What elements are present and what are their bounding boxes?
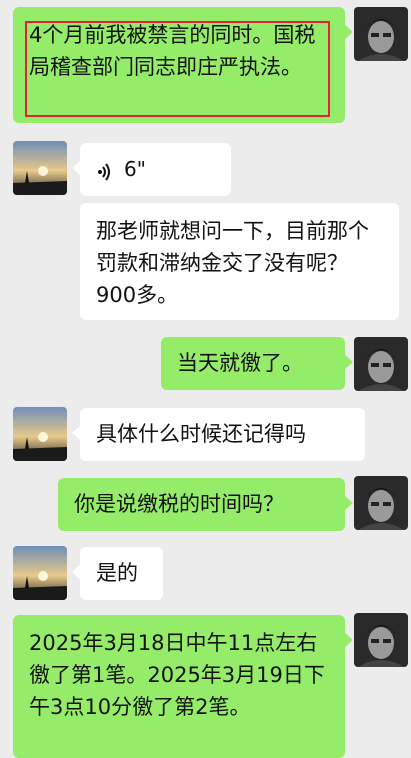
message-bubble-self[interactable]: 当天就徼了。 [161,337,353,390]
avatar-self[interactable] [354,337,408,391]
avatar-other[interactable] [13,407,67,461]
message-text: 2025年3月18日中午11点左右徼了第1笔。2025年3月19日下午3点10分… [29,631,325,719]
message-bubble-other[interactable]: 那老师就想问一下，目前那个罚款和滞纳金交了没有呢？900多。 [80,203,399,320]
voice-duration: 6" [124,157,146,181]
message-bubble-other[interactable]: 具体什么时候还记得吗 [72,408,365,461]
avatar-self[interactable] [354,476,408,530]
voice-message-bubble[interactable]: 6" [72,143,231,196]
message-bubble-self[interactable]: 2025年3月18日中午11点左右徼了第1笔。2025年3月19日下午3点10分… [13,615,353,758]
message-text: 是的 [96,561,138,585]
message-text: 那老师就想问一下，目前那个罚款和滞纳金交了没有呢？900多。 [96,219,369,307]
message-text: 具体什么时候还记得吗 [96,422,306,446]
avatar-other[interactable] [13,141,67,195]
sound-wave-icon [96,160,114,181]
message-bubble-other[interactable]: 是的 [72,547,163,600]
message-text: 你是说缴税的时间吗？ [74,492,284,516]
avatar-other[interactable] [13,546,67,600]
avatar-self[interactable] [354,613,408,667]
message-text: 当天就徼了。 [177,351,303,375]
avatar-self[interactable] [354,7,408,61]
message-bubble-self[interactable]: 你是说缴税的时间吗？ [58,478,353,531]
chat-area: 4个月前我被禁言的同时。国税局稽查部门同志即庄严执法。 6" 那老师就想问一下，… [0,0,411,758]
highlight-annotation-box [25,21,330,117]
